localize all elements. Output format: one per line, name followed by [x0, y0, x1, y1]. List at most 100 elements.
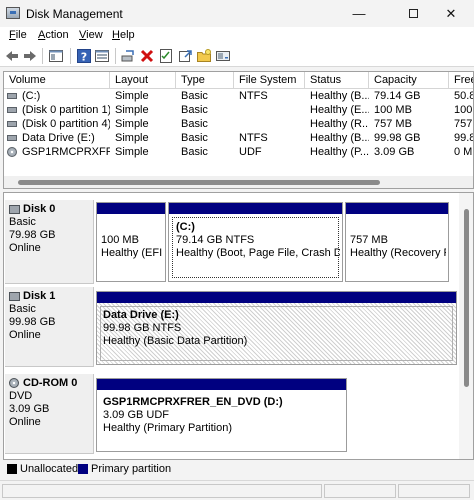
cell-layout: Simple	[115, 146, 149, 158]
back-arrow-icon[interactable]	[4, 48, 20, 64]
partition-status: Healthy (EFI S	[101, 247, 163, 259]
disk-state: Online	[9, 242, 41, 254]
cell-capacity: 757 MB	[374, 118, 412, 130]
volume-list: Volume Layout Type File System Status Ca…	[3, 71, 474, 189]
forward-arrow-icon[interactable]	[22, 48, 38, 64]
primary-partition-bar	[97, 379, 346, 390]
cell-volume: (Disk 0 partition 4)	[22, 118, 110, 130]
close-button[interactable]: ✕	[428, 0, 474, 27]
disk-0-label[interactable]: Disk 0 Basic 79.98 GB Online	[5, 200, 94, 284]
cell-type: Basic	[181, 104, 208, 116]
partition-cdrom-d[interactable]: GSP1RMCPRXFRER_EN_DVD (D:) 3.09 GB UDF H…	[96, 378, 347, 452]
cd-icon	[9, 378, 19, 388]
legend-unallocated: Unallocated	[20, 463, 79, 475]
cd-icon	[7, 147, 17, 157]
vertical-scrollbar-thumb[interactable]	[464, 209, 469, 387]
column-header-file-system[interactable]: File System	[234, 72, 305, 89]
disk-type: Basic	[9, 303, 36, 315]
partition-name: Data Drive (E:)	[103, 309, 179, 321]
disk-1-label[interactable]: Disk 1 Basic 99.98 GB Online	[5, 287, 94, 367]
cell-type: Basic	[181, 132, 208, 144]
partition-disk0-efi[interactable]: 100 MB Healthy (EFI S	[96, 202, 166, 282]
primary-partition-bar	[97, 203, 165, 214]
cell-file-system: UDF	[239, 146, 262, 158]
cell-layout: Simple	[115, 104, 149, 116]
cell-type: Basic	[181, 118, 208, 130]
delete-icon[interactable]	[139, 48, 155, 64]
disk-management-app-icon	[6, 7, 20, 19]
column-header-status[interactable]: Status	[305, 72, 369, 89]
toolbar: ?	[0, 45, 474, 67]
new-folder-icon[interactable]	[196, 48, 212, 64]
checklist-icon[interactable]	[158, 48, 174, 64]
table-row[interactable]: (Disk 0 partition 4) Simple Basic Health…	[4, 117, 473, 131]
horizontal-scrollbar-thumb[interactable]	[18, 180, 380, 185]
disk-icon	[9, 292, 20, 301]
status-segment	[324, 484, 396, 498]
partition-size: 100 MB	[101, 234, 139, 246]
table-row[interactable]: Data Drive (E:) Simple Basic NTFS Health…	[4, 131, 474, 145]
export-icon[interactable]	[177, 48, 193, 64]
window-title: Disk Management	[26, 7, 123, 21]
horizontal-scrollbar[interactable]	[4, 176, 473, 188]
cell-free: 50.8	[454, 90, 474, 102]
show-hide-console-tree-icon[interactable]	[48, 48, 64, 64]
cell-capacity: 99.98 GB	[374, 132, 421, 144]
column-header-layout[interactable]: Layout	[110, 72, 176, 89]
partition-size: 3.09 GB UDF	[103, 409, 170, 421]
vertical-scrollbar[interactable]	[459, 193, 473, 459]
cell-capacity: 100 MB	[374, 104, 412, 116]
partition-disk1-e[interactable]: Data Drive (E:) 99.98 GB NTFS Healthy (B…	[96, 291, 457, 365]
help-icon[interactable]: ?	[76, 48, 92, 64]
cell-file-system: NTFS	[239, 132, 268, 144]
cell-file-system: NTFS	[239, 90, 268, 102]
primary-partition-bar	[169, 203, 342, 214]
cell-status: Healthy (R...	[310, 118, 369, 130]
column-header-type[interactable]: Type	[176, 72, 234, 89]
properties-icon[interactable]	[94, 48, 110, 64]
table-row[interactable]: GSP1RMCPRXFRE... Simple Basic UDF Health…	[4, 145, 473, 159]
disk-type: Basic	[9, 216, 36, 228]
column-header-volume[interactable]: Volume	[4, 72, 110, 89]
disk-icon	[7, 107, 17, 113]
partition-status: Healthy (Basic Data Partition)	[103, 335, 248, 347]
column-header-capacity[interactable]: Capacity	[369, 72, 449, 89]
partition-disk0-c[interactable]: (C:) 79.14 GB NTFS Healthy (Boot, Page F…	[168, 202, 343, 282]
disk-state: Online	[9, 329, 41, 341]
status-segment	[2, 484, 322, 498]
primary-partition-bar	[346, 203, 448, 214]
cell-free: 99.8	[454, 132, 474, 144]
partition-size: 757 MB	[350, 234, 388, 246]
menu-file[interactable]: File	[9, 29, 27, 41]
partition-size: 79.14 GB NTFS	[176, 234, 255, 246]
disk-icon	[9, 205, 20, 214]
disk-name: Disk 1	[23, 290, 56, 302]
partition-disk0-recovery[interactable]: 757 MB Healthy (Recovery Pa	[345, 202, 449, 282]
unallocated-swatch	[7, 464, 17, 474]
column-header-free[interactable]: Free	[449, 72, 473, 89]
svg-text:?: ?	[81, 51, 87, 64]
toolbar-separator	[70, 48, 71, 64]
partition-status: Healthy (Boot, Page File, Crash Dump	[176, 247, 340, 259]
disk-type: DVD	[9, 390, 33, 402]
cell-capacity: 3.09 GB	[374, 146, 415, 158]
connect-icon[interactable]	[120, 48, 136, 64]
title-bar: Disk Management — ✕	[0, 0, 474, 27]
disk-size: 99.98 GB	[9, 316, 56, 328]
drive-icon[interactable]	[215, 48, 231, 64]
table-row[interactable]: (C:) Simple Basic NTFS Healthy (B... 79.…	[4, 89, 474, 103]
status-segment	[398, 484, 470, 498]
menu-view[interactable]: View	[79, 29, 103, 41]
menu-help[interactable]: Help	[112, 29, 135, 41]
cell-volume: GSP1RMCPRXFRE...	[22, 146, 110, 158]
cell-free: 0 M	[454, 146, 473, 158]
cell-status: Healthy (B...	[310, 90, 369, 102]
cell-volume: (C:)	[22, 90, 41, 102]
minimize-button[interactable]: —	[336, 0, 382, 27]
menu-action[interactable]: Action	[38, 29, 69, 41]
volume-list-header: Volume Layout Type File System Status Ca…	[4, 72, 473, 89]
table-row[interactable]: (Disk 0 partition 1) Simple Basic Health…	[4, 103, 473, 117]
cdrom-0-label[interactable]: CD-ROM 0 DVD 3.09 GB Online	[5, 374, 94, 454]
disk-icon	[7, 135, 17, 141]
disk-size: 79.98 GB	[9, 229, 56, 241]
